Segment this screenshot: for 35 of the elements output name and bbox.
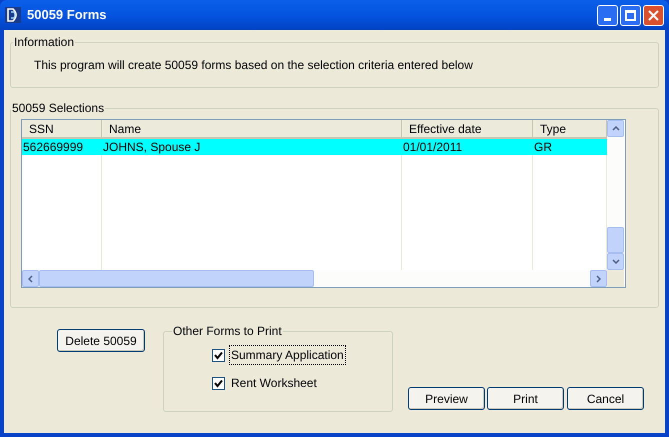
chevron-up-icon (612, 126, 620, 131)
table-cell: GR (533, 139, 607, 155)
table-cell: 562669999 (22, 139, 102, 155)
chevron-down-icon (612, 259, 620, 264)
chevron-right-icon (596, 274, 601, 282)
maximize-button[interactable] (620, 4, 641, 26)
window-title: 50059 Forms (27, 6, 108, 24)
column-header[interactable]: Effective date (402, 120, 533, 139)
group-title: Other Forms to Print (172, 323, 283, 340)
horizontal-scrollbar[interactable] (22, 270, 607, 287)
column-header[interactable]: Name (102, 120, 402, 139)
scrollbar-corner (607, 270, 624, 287)
close-icon (648, 10, 659, 20)
group-title: 50059 Selections (11, 100, 106, 117)
dialog-button[interactable]: Preview (408, 387, 485, 410)
checkbox[interactable] (212, 348, 225, 362)
information-text: This program will create 50059 forms based on the selection criteria entered below (34, 57, 474, 74)
chevron-left-icon (28, 274, 33, 282)
checkbox[interactable] (212, 376, 225, 390)
column-header[interactable]: SSN (22, 120, 102, 139)
column-header[interactable]: Type (533, 120, 607, 139)
app-icon (5, 7, 21, 23)
table-cell: 01/01/2011 (402, 139, 533, 155)
vertical-scrollbar[interactable] (607, 120, 624, 270)
dialog-button[interactable]: Print (487, 387, 564, 410)
scroll-thumb[interactable] (607, 227, 624, 253)
minimize-button[interactable] (597, 4, 618, 26)
dialog-button[interactable]: Delete 50059 (57, 329, 145, 352)
group-title: Information (13, 34, 76, 51)
checkbox-label[interactable]: Summary Application (229, 345, 346, 365)
dialog-button[interactable]: Cancel (567, 387, 644, 410)
checkbox-label[interactable]: Rent Worksheet (229, 373, 319, 393)
scroll-thumb[interactable] (39, 270, 314, 287)
close-button[interactable] (643, 4, 664, 26)
table-cell: JOHNS, Spouse J (102, 139, 402, 155)
